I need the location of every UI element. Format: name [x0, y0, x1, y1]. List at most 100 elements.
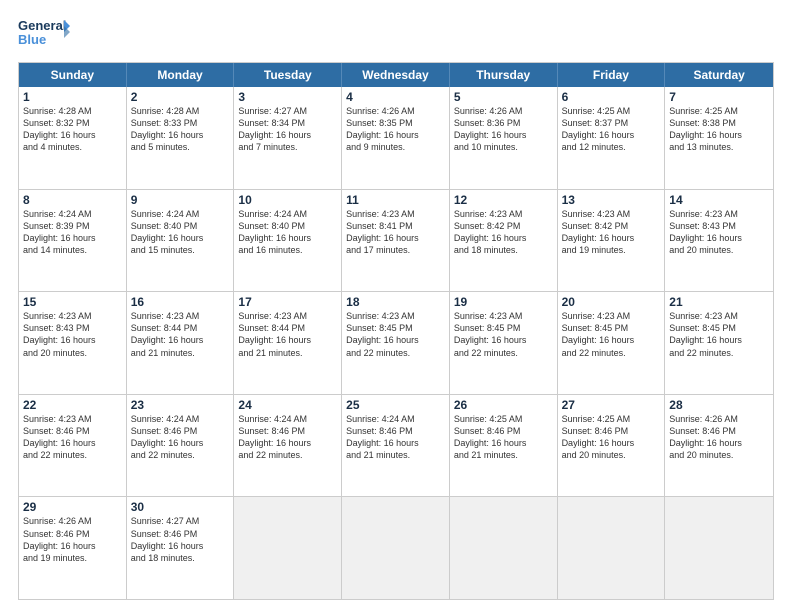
cell-details: Sunrise: 4:27 AMSunset: 8:46 PMDaylight:…	[131, 515, 230, 564]
calendar-body: 1Sunrise: 4:28 AMSunset: 8:32 PMDaylight…	[19, 87, 773, 599]
cell-details: Sunrise: 4:26 AMSunset: 8:46 PMDaylight:…	[23, 515, 122, 564]
cell-details: Sunrise: 4:25 AMSunset: 8:37 PMDaylight:…	[562, 105, 661, 154]
calendar-header-day: Wednesday	[342, 63, 450, 87]
cell-line: Sunset: 8:43 PM	[23, 322, 122, 334]
cell-line: Sunrise: 4:23 AM	[454, 208, 553, 220]
calendar-header-day: Thursday	[450, 63, 558, 87]
calendar-row: 1Sunrise: 4:28 AMSunset: 8:32 PMDaylight…	[19, 87, 773, 189]
cell-line: Sunset: 8:32 PM	[23, 117, 122, 129]
cell-details: Sunrise: 4:28 AMSunset: 8:32 PMDaylight:…	[23, 105, 122, 154]
cell-line: Sunrise: 4:26 AM	[23, 515, 122, 527]
cell-line: and 22 minutes.	[562, 347, 661, 359]
cell-details: Sunrise: 4:23 AMSunset: 8:43 PMDaylight:…	[23, 310, 122, 359]
cell-line: Sunrise: 4:25 AM	[562, 413, 661, 425]
cell-line: Sunrise: 4:23 AM	[131, 310, 230, 322]
cell-line: Daylight: 16 hours	[23, 334, 122, 346]
calendar-cell: 25Sunrise: 4:24 AMSunset: 8:46 PMDayligh…	[342, 395, 450, 497]
day-number: 1	[23, 90, 122, 104]
cell-line: and 22 minutes.	[23, 449, 122, 461]
cell-line: Sunset: 8:46 PM	[131, 425, 230, 437]
cell-line: and 14 minutes.	[23, 244, 122, 256]
day-number: 21	[669, 295, 769, 309]
calendar-cell: 10Sunrise: 4:24 AMSunset: 8:40 PMDayligh…	[234, 190, 342, 292]
header: General Blue	[18, 16, 774, 54]
cell-details: Sunrise: 4:23 AMSunset: 8:43 PMDaylight:…	[669, 208, 769, 257]
calendar-header-day: Sunday	[19, 63, 127, 87]
day-number: 17	[238, 295, 337, 309]
cell-line: and 15 minutes.	[131, 244, 230, 256]
calendar-cell: 21Sunrise: 4:23 AMSunset: 8:45 PMDayligh…	[665, 292, 773, 394]
cell-line: Daylight: 16 hours	[562, 232, 661, 244]
calendar-cell: 15Sunrise: 4:23 AMSunset: 8:43 PMDayligh…	[19, 292, 127, 394]
cell-line: and 10 minutes.	[454, 141, 553, 153]
cell-line: Daylight: 16 hours	[669, 437, 769, 449]
calendar-cell: 26Sunrise: 4:25 AMSunset: 8:46 PMDayligh…	[450, 395, 558, 497]
cell-line: and 19 minutes.	[23, 552, 122, 564]
calendar-cell: 7Sunrise: 4:25 AMSunset: 8:38 PMDaylight…	[665, 87, 773, 189]
calendar-cell: 4Sunrise: 4:26 AMSunset: 8:35 PMDaylight…	[342, 87, 450, 189]
cell-line: Sunrise: 4:23 AM	[346, 310, 445, 322]
cell-line: Sunrise: 4:26 AM	[669, 413, 769, 425]
cell-line: and 18 minutes.	[454, 244, 553, 256]
cell-line: Sunrise: 4:23 AM	[346, 208, 445, 220]
calendar-cell: 12Sunrise: 4:23 AMSunset: 8:42 PMDayligh…	[450, 190, 558, 292]
cell-line: Daylight: 16 hours	[454, 232, 553, 244]
calendar-cell: 23Sunrise: 4:24 AMSunset: 8:46 PMDayligh…	[127, 395, 235, 497]
cell-line: and 5 minutes.	[131, 141, 230, 153]
calendar-cell: 1Sunrise: 4:28 AMSunset: 8:32 PMDaylight…	[19, 87, 127, 189]
cell-line: and 22 minutes.	[238, 449, 337, 461]
cell-line: Daylight: 16 hours	[454, 437, 553, 449]
cell-line: and 20 minutes.	[562, 449, 661, 461]
calendar-cell: 6Sunrise: 4:25 AMSunset: 8:37 PMDaylight…	[558, 87, 666, 189]
cell-line: Daylight: 16 hours	[346, 129, 445, 141]
day-number: 27	[562, 398, 661, 412]
cell-line: Sunset: 8:36 PM	[454, 117, 553, 129]
cell-details: Sunrise: 4:24 AMSunset: 8:46 PMDaylight:…	[238, 413, 337, 462]
day-number: 29	[23, 500, 122, 514]
cell-line: Sunrise: 4:24 AM	[238, 413, 337, 425]
day-number: 26	[454, 398, 553, 412]
day-number: 2	[131, 90, 230, 104]
cell-line: and 19 minutes.	[562, 244, 661, 256]
cell-line: Daylight: 16 hours	[131, 437, 230, 449]
calendar-cell: 14Sunrise: 4:23 AMSunset: 8:43 PMDayligh…	[665, 190, 773, 292]
day-number: 30	[131, 500, 230, 514]
cell-line: Sunrise: 4:23 AM	[454, 310, 553, 322]
calendar-header-day: Friday	[558, 63, 666, 87]
cell-line: Sunrise: 4:25 AM	[562, 105, 661, 117]
cell-line: and 4 minutes.	[23, 141, 122, 153]
cell-line: and 12 minutes.	[562, 141, 661, 153]
calendar-cell	[450, 497, 558, 599]
cell-line: Sunset: 8:46 PM	[669, 425, 769, 437]
cell-details: Sunrise: 4:24 AMSunset: 8:46 PMDaylight:…	[131, 413, 230, 462]
cell-line: Daylight: 16 hours	[23, 540, 122, 552]
cell-line: Sunrise: 4:23 AM	[238, 310, 337, 322]
cell-line: Daylight: 16 hours	[669, 129, 769, 141]
calendar-cell: 9Sunrise: 4:24 AMSunset: 8:40 PMDaylight…	[127, 190, 235, 292]
cell-line: and 21 minutes.	[346, 449, 445, 461]
day-number: 13	[562, 193, 661, 207]
cell-line: Sunset: 8:45 PM	[562, 322, 661, 334]
cell-details: Sunrise: 4:27 AMSunset: 8:34 PMDaylight:…	[238, 105, 337, 154]
cell-details: Sunrise: 4:23 AMSunset: 8:45 PMDaylight:…	[669, 310, 769, 359]
calendar-header-day: Monday	[127, 63, 235, 87]
cell-line: Sunrise: 4:24 AM	[23, 208, 122, 220]
day-number: 22	[23, 398, 122, 412]
cell-line: Sunset: 8:41 PM	[346, 220, 445, 232]
day-number: 14	[669, 193, 769, 207]
cell-line: Sunset: 8:43 PM	[669, 220, 769, 232]
cell-line: and 22 minutes.	[131, 449, 230, 461]
day-number: 16	[131, 295, 230, 309]
cell-line: and 18 minutes.	[131, 552, 230, 564]
day-number: 18	[346, 295, 445, 309]
calendar-cell: 3Sunrise: 4:27 AMSunset: 8:34 PMDaylight…	[234, 87, 342, 189]
cell-line: Daylight: 16 hours	[238, 334, 337, 346]
calendar-row: 22Sunrise: 4:23 AMSunset: 8:46 PMDayligh…	[19, 394, 773, 497]
cell-line: Sunset: 8:45 PM	[346, 322, 445, 334]
cell-details: Sunrise: 4:26 AMSunset: 8:46 PMDaylight:…	[669, 413, 769, 462]
calendar-row: 15Sunrise: 4:23 AMSunset: 8:43 PMDayligh…	[19, 291, 773, 394]
day-number: 19	[454, 295, 553, 309]
cell-details: Sunrise: 4:26 AMSunset: 8:36 PMDaylight:…	[454, 105, 553, 154]
cell-line: Sunset: 8:40 PM	[131, 220, 230, 232]
cell-line: Daylight: 16 hours	[131, 540, 230, 552]
